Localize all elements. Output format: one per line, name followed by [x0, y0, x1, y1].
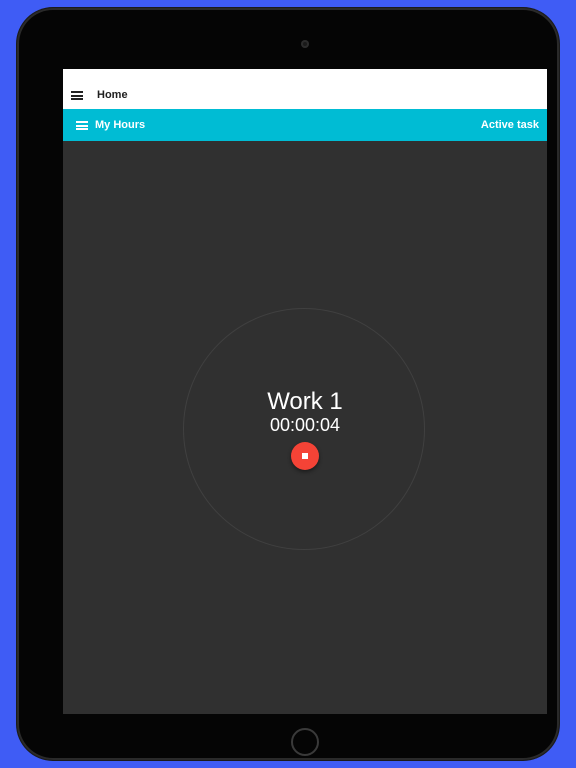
drawer-menu-icon[interactable] — [76, 121, 88, 130]
tablet-frame: Home My Hours Active task Work 1 00:00:0… — [17, 8, 559, 760]
elapsed-time: 00:00:04 — [269, 415, 341, 435]
menu-icon[interactable] — [71, 91, 83, 100]
camera-icon — [301, 40, 309, 48]
page-title: Home — [97, 89, 128, 101]
app-screen: Home My Hours Active task Work 1 00:00:0… — [63, 69, 547, 714]
task-name: Work 1 — [267, 388, 343, 415]
top-toolbar: Home — [63, 69, 547, 109]
active-task-button[interactable]: Active task — [481, 119, 539, 131]
stop-icon — [302, 453, 308, 459]
home-button[interactable] — [291, 728, 319, 756]
app-bar-title: My Hours — [95, 119, 146, 131]
app-bar: My Hours Active task — [63, 109, 547, 141]
stop-button[interactable] — [291, 442, 319, 470]
